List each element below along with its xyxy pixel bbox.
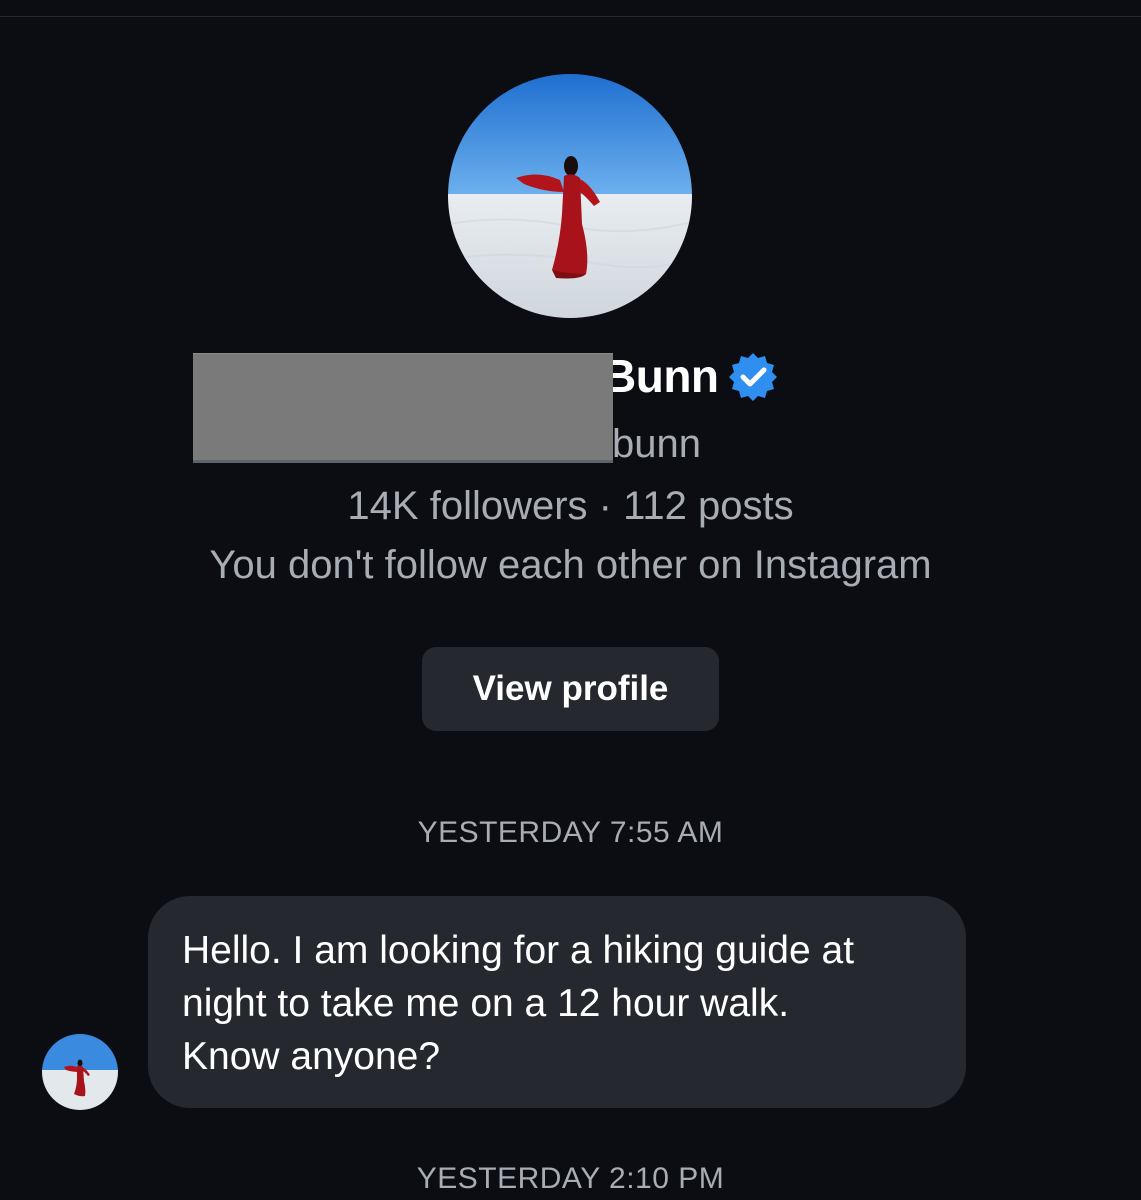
- header-divider: [0, 16, 1141, 17]
- redaction-overlay: [193, 353, 613, 463]
- follow-status: You don't follow each other on Instagram: [209, 543, 932, 587]
- profile-avatar[interactable]: [448, 74, 692, 318]
- verified-badge-icon: [728, 353, 777, 401]
- dm-thread-screen: Bunn bunn 14K followers · 112 posts You …: [0, 0, 1141, 1200]
- sender-avatar[interactable]: [42, 1034, 118, 1110]
- profile-name-row: Bunn: [603, 348, 779, 404]
- message-text: Hello. I am looking for a hiking guide a…: [182, 929, 855, 1078]
- message-timestamp: YESTERDAY 7:55 AM: [417, 816, 724, 849]
- message-timestamp: YESTERDAY 2:10 PM: [416, 1162, 725, 1195]
- display-name: Bunn: [603, 350, 719, 402]
- view-profile-button[interactable]: View profile: [422, 647, 719, 731]
- message-bubble[interactable]: Hello. I am looking for a hiking guide a…: [148, 896, 966, 1108]
- username: bunn: [612, 422, 701, 466]
- profile-stats: 14K followers · 112 posts: [347, 484, 794, 528]
